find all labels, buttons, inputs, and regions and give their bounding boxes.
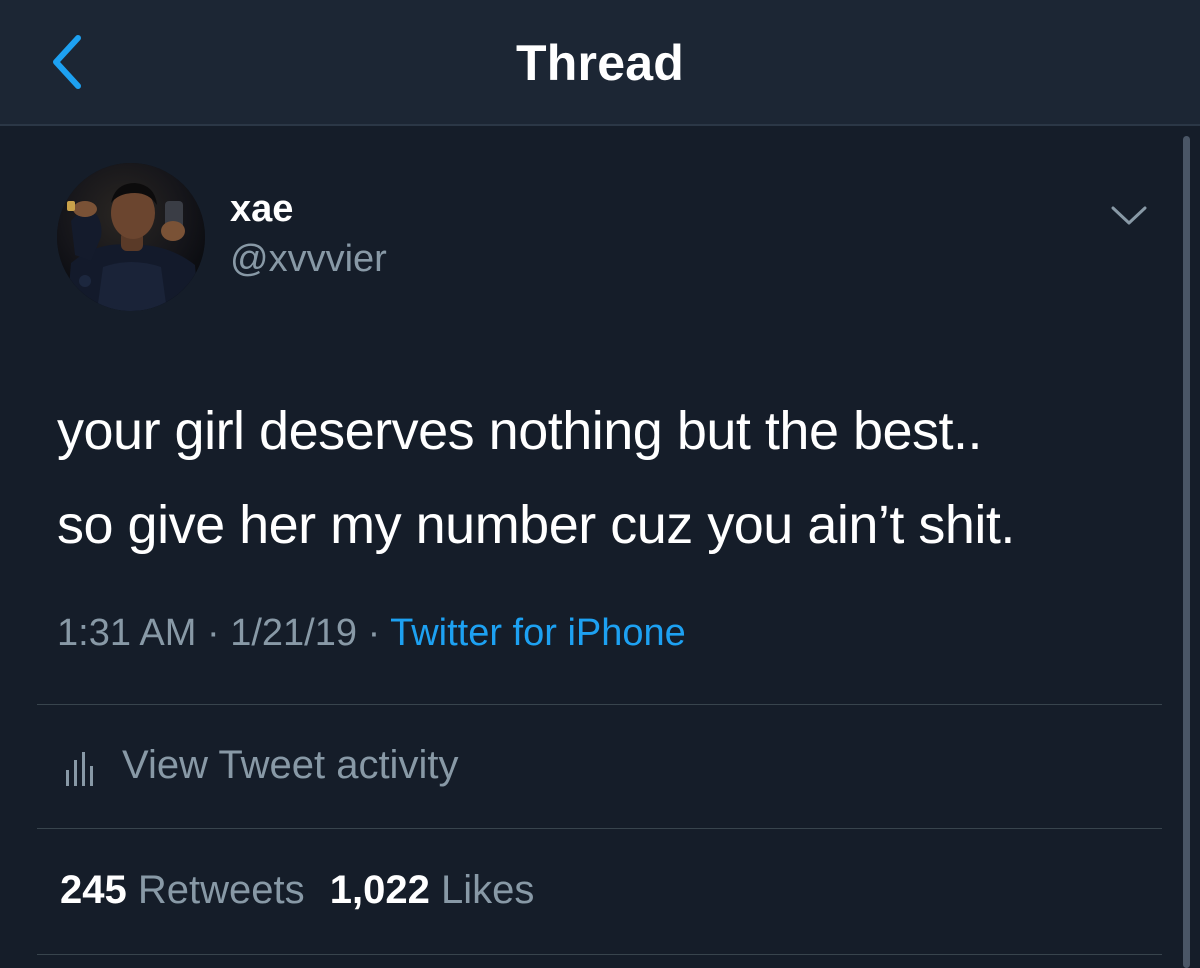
thread-screen: Thread xae @xvvvier your girl deserves n… xyxy=(0,0,1200,968)
scrollbar[interactable] xyxy=(1183,136,1190,968)
retweets-count: 245 xyxy=(60,868,127,912)
tweet-text: your girl deserves nothing but the best.… xyxy=(57,384,1157,572)
likes-stat[interactable]: 1,022 Likes xyxy=(330,868,535,912)
display-name[interactable]: xae xyxy=(230,188,293,231)
page-title: Thread xyxy=(516,35,684,91)
tweet-text-line: your girl deserves nothing but the best.… xyxy=(57,401,983,461)
tweet-text-line: so give her my number cuz you ain’t shit… xyxy=(57,495,1015,555)
divider xyxy=(37,828,1162,829)
tweet-time: 1:31 AM xyxy=(57,612,197,654)
tweet-source-link[interactable]: Twitter for iPhone xyxy=(390,612,686,654)
user-handle[interactable]: @xvvvier xyxy=(230,238,387,281)
tweet-detail: xae @xvvvier your girl deserves nothing … xyxy=(0,126,1180,968)
view-tweet-activity-button[interactable]: View Tweet activity xyxy=(64,738,458,792)
meta-separator: · xyxy=(367,612,381,654)
divider xyxy=(37,704,1162,705)
likes-count: 1,022 xyxy=(329,868,430,912)
tweet-metadata: 1:31 AM · 1/21/19 · Twitter for iPhone xyxy=(57,612,686,655)
bar-chart-icon xyxy=(66,752,93,786)
avatar[interactable] xyxy=(57,163,205,311)
retweets-label: Retweets xyxy=(137,868,305,912)
tweet-date: 1/21/19 xyxy=(230,612,357,654)
view-tweet-activity-label: View Tweet activity xyxy=(122,742,459,787)
likes-label: Likes xyxy=(440,868,535,912)
meta-separator: · xyxy=(206,612,220,654)
navigation-bar: Thread xyxy=(0,0,1200,126)
tweet-options-button[interactable] xyxy=(1108,202,1150,230)
tweet-stats: 245 Retweets 1,022 Likes xyxy=(60,868,548,913)
divider xyxy=(37,954,1162,955)
retweets-stat[interactable]: 245 Retweets xyxy=(60,868,316,912)
chevron-down-icon xyxy=(1111,206,1147,225)
